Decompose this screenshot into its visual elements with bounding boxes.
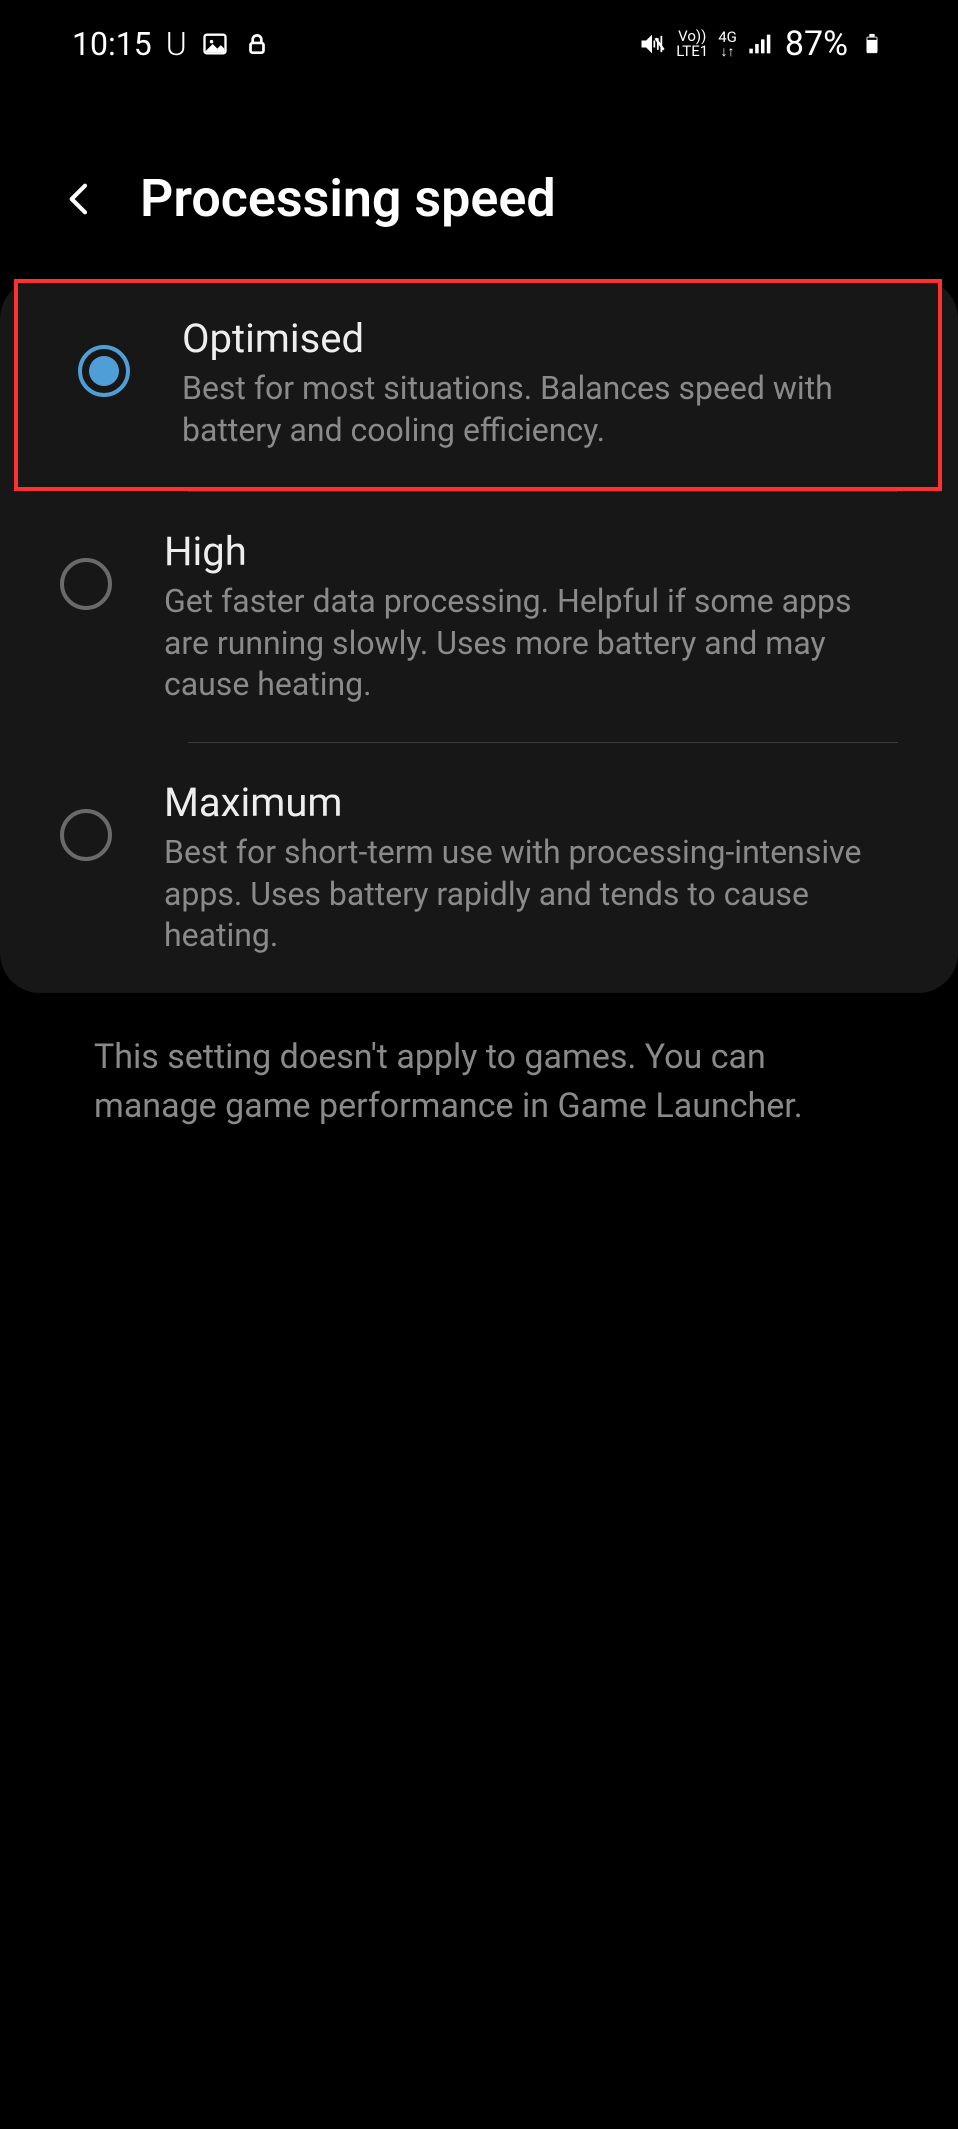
footer-note: This setting doesn't apply to games. You… [0, 993, 958, 1132]
radio-inner-icon [89, 356, 119, 386]
radio-optimised[interactable] [78, 345, 130, 397]
page-title: Processing speed [140, 168, 556, 229]
option-text: High Get faster data processing. Helpful… [164, 528, 898, 706]
option-optimised[interactable]: Optimised Best for most situations. Bala… [18, 283, 938, 487]
header: Processing speed [0, 88, 958, 269]
option-title: Optimised [182, 315, 878, 362]
status-time: 10:15 [72, 25, 152, 63]
status-u-icon: U [166, 25, 187, 63]
picture-icon [201, 30, 229, 58]
highlight-annotation: Optimised Best for most situations. Bala… [14, 279, 942, 491]
option-desc: Best for most situations. Balances speed… [182, 368, 878, 451]
network-volte-icon: Vo)) LTE1 [676, 29, 708, 59]
status-bar: 10:15 U Vo)) LTE1 4G ↓↑ 87% [0, 0, 958, 88]
option-text: Maximum Best for short-term use with pro… [164, 779, 898, 957]
status-left: 10:15 U [72, 25, 271, 63]
option-maximum[interactable]: Maximum Best for short-term use with pro… [0, 743, 958, 993]
option-desc: Get faster data processing. Helpful if s… [164, 581, 898, 706]
lock-icon [243, 30, 271, 58]
radio-maximum[interactable] [60, 809, 112, 861]
option-high[interactable]: High Get faster data processing. Helpful… [0, 492, 958, 742]
options-card: Optimised Best for most situations. Bala… [0, 279, 958, 993]
signal-icon [747, 30, 775, 58]
radio-high[interactable] [60, 558, 112, 610]
battery-icon [858, 30, 886, 58]
option-desc: Best for short-term use with processing-… [164, 832, 898, 957]
mute-icon [638, 30, 666, 58]
option-title: Maximum [164, 779, 898, 826]
status-right: Vo)) LTE1 4G ↓↑ 87% [638, 24, 886, 64]
option-title: High [164, 528, 898, 575]
battery-percent: 87% [785, 24, 848, 64]
network-4g-icon: 4G ↓↑ [718, 30, 737, 59]
option-text: Optimised Best for most situations. Bala… [182, 315, 878, 451]
back-icon[interactable] [60, 179, 100, 219]
